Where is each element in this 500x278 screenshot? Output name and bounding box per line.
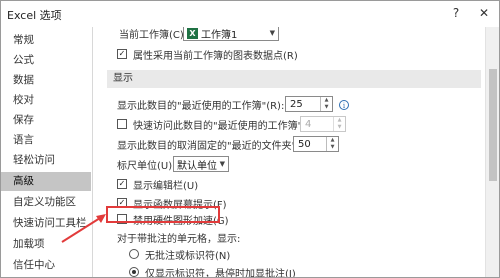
dropdown-arrow-icon: ▼ [219, 160, 225, 168]
current-workbook-value: 工作簿1 [201, 29, 238, 41]
close-icon[interactable]: ✕ [473, 3, 495, 23]
highlight-box [106, 206, 220, 223]
recent-workbooks-label: 显示此数目的"最近使用的工作簿"(R): [117, 100, 285, 112]
indicator-only-row: 仅显示标识符，悬停时加显批注(I) [129, 262, 483, 278]
no-comments-radio[interactable] [129, 249, 139, 259]
sidebar-item-proofing[interactable]: 校对 [1, 91, 91, 110]
attribute-follow-label: 属性采用当前工作簿的图表数据点(R) [133, 50, 298, 62]
excel-icon: X [187, 27, 198, 39]
recent-workbooks-value: 25 [290, 98, 303, 110]
no-comments-label: 无批注或标识符(N) [145, 250, 231, 262]
show-formula-bar-label: 显示编辑栏(U) [133, 180, 199, 192]
vertical-scrollbar[interactable] [485, 27, 499, 277]
sidebar-item-advanced[interactable]: 高级 [1, 172, 91, 191]
quick-access-value: 4 [305, 118, 312, 130]
attribute-follow-checkbox[interactable] [117, 49, 127, 59]
ruler-units-row: 标尺单位(U) [117, 154, 483, 174]
sidebar-item-data[interactable]: 数据 [1, 71, 91, 90]
display-section-header: 显示 [107, 70, 481, 88]
ruler-units-label: 标尺单位(U) [117, 160, 173, 172]
dropdown-arrow-icon: ▼ [269, 29, 275, 37]
show-formula-bar-row: 显示编辑栏(U) [117, 174, 483, 194]
spinner-arrows-icon[interactable]: ▲ ▼ [320, 97, 332, 111]
sidebar-item-accessibility[interactable]: 轻松访问 [1, 151, 91, 170]
ruler-units-value: 默认单位 [177, 160, 217, 172]
scrollbar-thumb[interactable] [489, 69, 497, 181]
indicator-only-label: 仅显示标识符，悬停时加显批注(I) [145, 268, 296, 278]
spinner-arrows-icon[interactable]: ▲ ▼ [333, 117, 345, 131]
show-formula-bar-checkbox[interactable] [117, 179, 127, 189]
recent-folders-label: 显示此数目的取消固定的"最近的文件夹"(F): [117, 140, 314, 152]
ruler-units-select[interactable]: 默认单位 ▼ [173, 156, 229, 172]
sidebar-item-formulas[interactable]: 公式 [1, 51, 91, 70]
attribute-follow-row: 属性采用当前工作簿的图表数据点(R) [117, 44, 483, 64]
info-icon[interactable]: i [339, 100, 349, 110]
sidebar-item-save[interactable]: 保存 [1, 111, 91, 130]
comments-label: 对于带批注的单元格，显示: [117, 233, 241, 245]
quick-access-label: 快速访问此数目的"最近使用的工作簿"(Q): [133, 120, 322, 132]
recent-workbooks-spinner[interactable]: 25 ▲ ▼ [285, 96, 333, 112]
current-workbook-row: 当前工作簿(C): [119, 27, 483, 43]
recent-folders-spinner[interactable]: 50 ▲ ▼ [293, 136, 339, 152]
help-icon[interactable]: ? [445, 3, 467, 23]
sidebar-item-language[interactable]: 语言 [1, 131, 91, 150]
quick-access-checkbox[interactable] [117, 119, 127, 129]
title-bar: Excel 选项 ? ✕ [1, 1, 499, 27]
no-comments-row: 无批注或标识符(N) [129, 244, 483, 264]
dialog-title: Excel 选项 [7, 9, 62, 22]
recent-folders-value: 50 [298, 138, 311, 150]
sidebar-item-trust-center[interactable]: 信任中心 [1, 256, 91, 275]
red-arrow-annotation [61, 214, 106, 243]
advanced-options-panel: 当前工作簿(C): X 工作簿1 ▼ 属性采用当前工作簿的图表数据点(R) 显示… [93, 27, 483, 278]
spinner-arrows-icon[interactable]: ▲ ▼ [326, 137, 338, 151]
sidebar-item-general[interactable]: 常规 [1, 31, 91, 50]
quick-access-spinner[interactable]: 4 ▲ ▼ [300, 116, 346, 132]
indicator-only-radio[interactable] [129, 267, 139, 277]
current-workbook-select[interactable]: X 工作簿1 ▼ [183, 27, 279, 41]
current-workbook-label: 当前工作簿(C): [119, 29, 188, 41]
